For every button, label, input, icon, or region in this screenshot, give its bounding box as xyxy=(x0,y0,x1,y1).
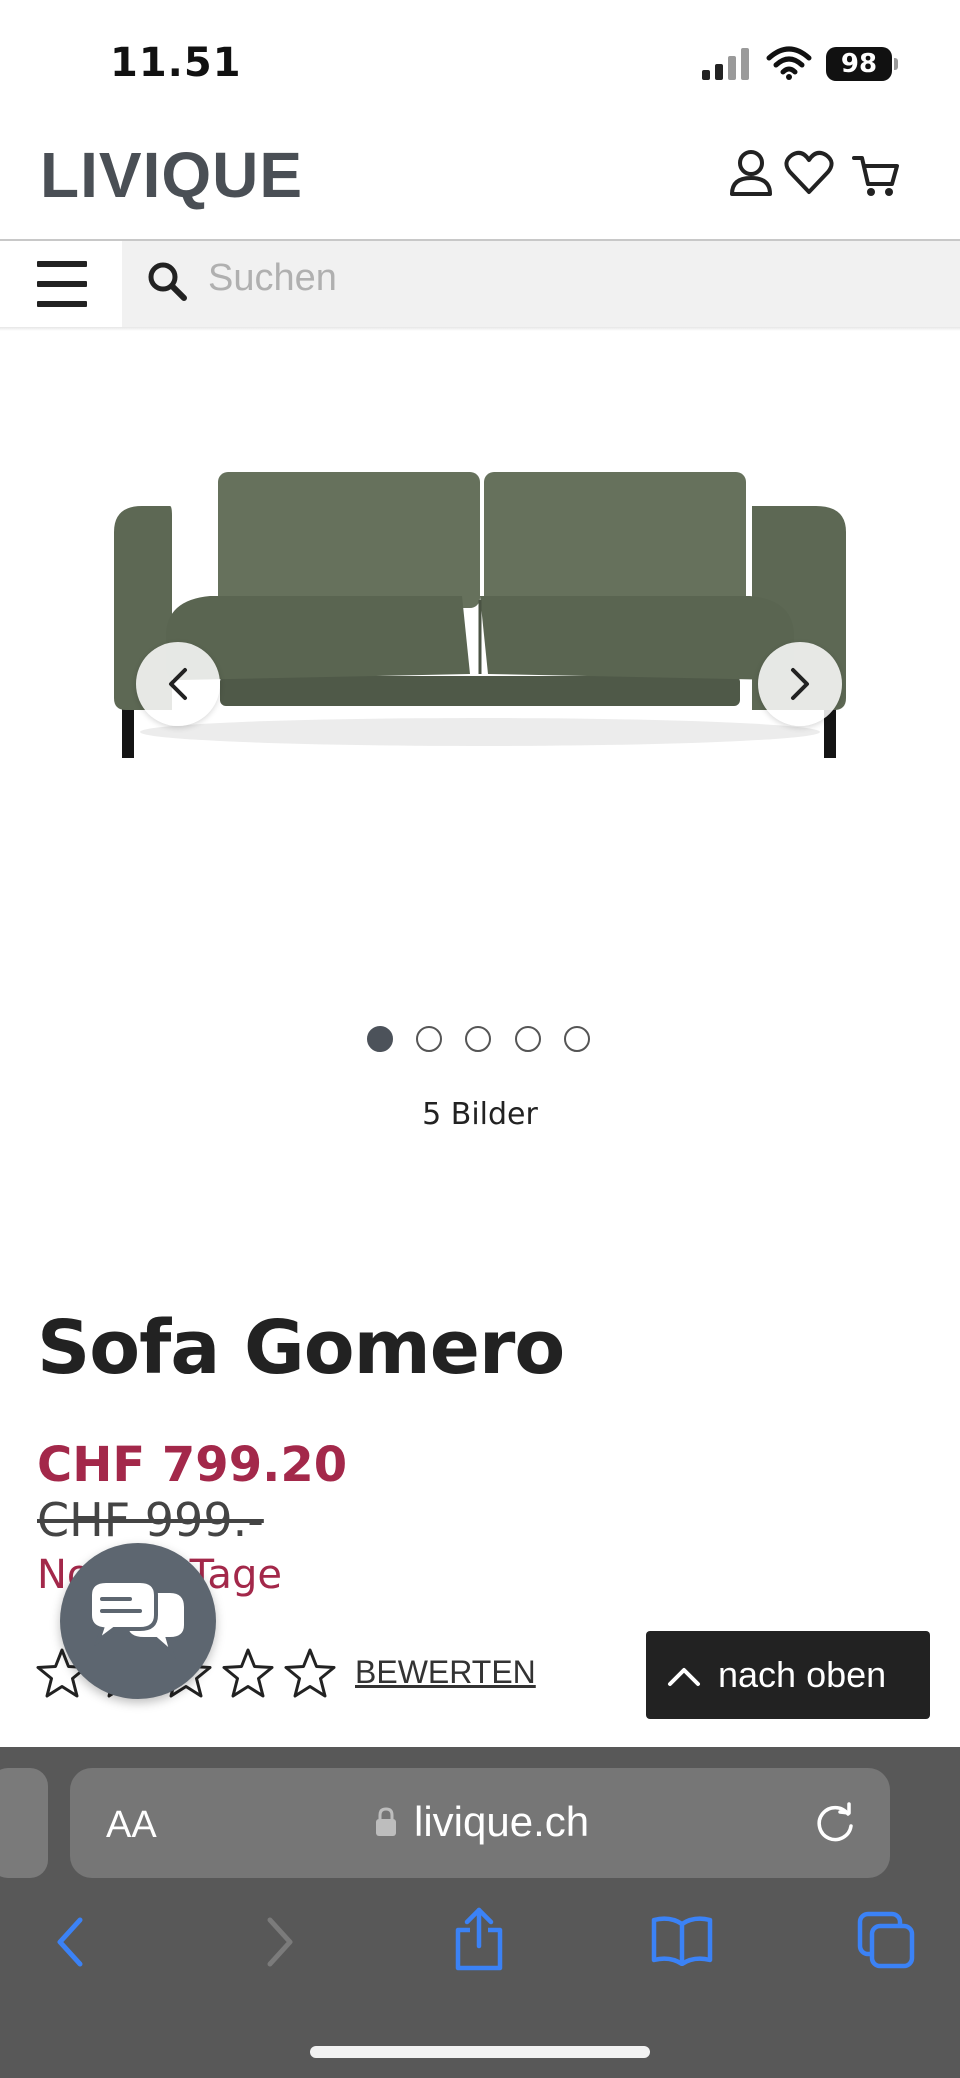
product-title: Sofa Gomero xyxy=(37,1305,565,1391)
reload-icon[interactable] xyxy=(812,1800,858,1846)
home-indicator xyxy=(310,2046,650,2058)
gallery-dot[interactable] xyxy=(416,1026,442,1052)
chat-button[interactable] xyxy=(60,1543,216,1699)
gallery-dot[interactable] xyxy=(367,1026,393,1052)
star-icon[interactable] xyxy=(220,1646,276,1702)
search-shadow xyxy=(0,327,960,331)
search-placeholder[interactable]: Suchen xyxy=(208,257,337,300)
menu-icon-line xyxy=(37,281,87,287)
wifi-icon xyxy=(766,46,812,80)
lock-icon xyxy=(376,1807,396,1836)
share-icon[interactable] xyxy=(452,1906,506,1972)
battery-indicator: 98 xyxy=(826,47,892,81)
user-icon[interactable] xyxy=(728,148,774,198)
battery-cap xyxy=(894,58,898,70)
menu-icon xyxy=(37,261,87,267)
gallery-dot[interactable] xyxy=(515,1026,541,1052)
back-to-top-button[interactable]: nach oben xyxy=(646,1631,930,1719)
back-arrow-icon[interactable] xyxy=(50,1914,90,1970)
chat-bubbles-icon xyxy=(88,1579,188,1659)
search-icon xyxy=(148,262,187,301)
cart-icon[interactable] xyxy=(852,154,900,198)
gallery-dot[interactable] xyxy=(465,1026,491,1052)
price-current: CHF 799.20 xyxy=(37,1437,348,1493)
cellular-signal-icon xyxy=(702,48,750,80)
star-icon[interactable] xyxy=(282,1646,338,1702)
chevron-up-icon xyxy=(668,1668,700,1686)
gallery-next-button[interactable] xyxy=(758,642,842,726)
product-image[interactable] xyxy=(100,460,860,780)
url-text[interactable]: livique.ch xyxy=(414,1798,589,1846)
price-old: CHF 999.- xyxy=(37,1493,264,1547)
rate-product-link[interactable]: BEWERTEN xyxy=(355,1654,536,1691)
page-settings-button[interactable]: AA xyxy=(106,1804,157,1847)
chevron-left-icon xyxy=(169,668,187,700)
bookmarks-icon[interactable] xyxy=(650,1914,714,1966)
image-count-label: 5 Bilder xyxy=(422,1097,538,1132)
tabs-icon[interactable] xyxy=(856,1910,916,1970)
back-to-top-label: nach oben xyxy=(718,1654,887,1695)
gallery-dot[interactable] xyxy=(564,1026,590,1052)
heart-icon[interactable] xyxy=(784,150,834,196)
forward-arrow-icon[interactable] xyxy=(260,1914,300,1970)
hamburger-menu-button[interactable] xyxy=(0,241,122,327)
previous-tab-peek[interactable] xyxy=(0,1768,48,1878)
menu-icon-line xyxy=(37,301,87,307)
gallery-prev-button[interactable] xyxy=(136,642,220,726)
site-logo[interactable]: LIVIQUE xyxy=(40,138,303,212)
status-time: 11.51 xyxy=(110,40,242,86)
chevron-right-icon xyxy=(791,668,809,700)
